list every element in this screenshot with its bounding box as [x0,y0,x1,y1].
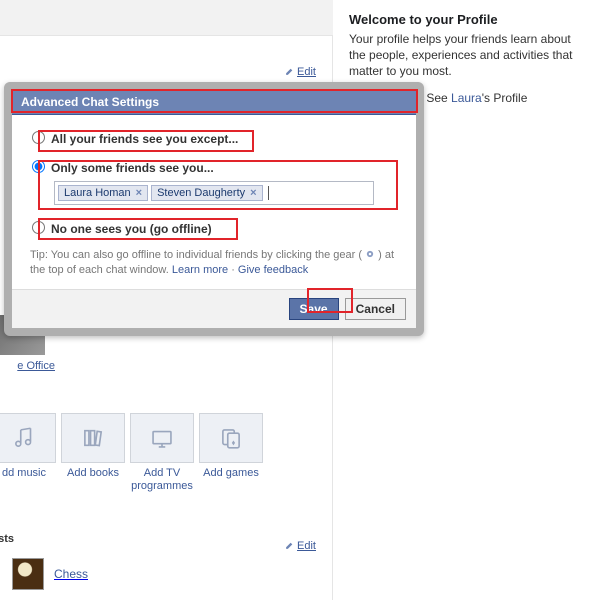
tile-add-tv[interactable]: Add TV programmes [130,413,194,492]
interest-item-chess[interactable]: Chess [12,558,88,590]
content-block [0,0,333,36]
get-inspired-see: See [426,91,451,105]
profile-welcome-body: Your profile helps your friends learn ab… [349,31,584,80]
books-icon [61,413,125,463]
tile-add-games[interactable]: Add games [199,413,263,492]
edit-link-profile[interactable]: Edit [285,66,316,78]
inspired-name-link[interactable]: Laura [451,91,482,105]
dialog-tip: Tip: You can also go offline to individu… [30,248,398,279]
interests-header: ests [0,533,332,547]
get-inspired-suffix: 's Profile [482,91,528,105]
highlight-option3 [38,218,238,240]
tile-add-music[interactable]: dd music [0,413,56,492]
highlight-title [11,89,418,113]
add-tiles-row: dd music Add books Add TV programmes Add… [0,413,263,492]
advanced-chat-settings-dialog: Advanced Chat Settings All your friends … [4,82,424,336]
music-icon [0,413,56,463]
games-icon [199,413,263,463]
tip-prefix: Tip: You can also go offline to individu… [30,249,365,261]
edit-link-interests[interactable]: Edit [285,540,316,552]
tile-label: dd music [2,467,46,479]
highlight-save [307,288,353,313]
edit-label: Edit [297,540,316,552]
highlight-option1 [38,130,254,152]
highlight-option2 [38,160,398,210]
learn-more-link[interactable]: Learn more [172,264,228,276]
tv-icon [130,413,194,463]
cancel-button[interactable]: Cancel [345,298,406,320]
dialog-footer: Save Cancel [12,289,416,328]
tip-dot: · [228,264,238,276]
profile-welcome-heading: Welcome to your Profile [349,12,584,27]
office-link[interactable]: e Office [0,360,55,372]
pencil-icon [285,67,294,76]
gear-icon [365,249,375,259]
tile-label: Add TV programmes [131,467,193,492]
tile-label: Add books [67,467,119,479]
edit-label: Edit [297,66,316,78]
give-feedback-link[interactable]: Give feedback [238,264,308,276]
interest-thumb [12,558,44,590]
interest-label: Chess [54,567,88,581]
tile-label: Add games [203,467,259,479]
tile-add-books[interactable]: Add books [61,413,125,492]
pencil-icon [285,541,294,550]
